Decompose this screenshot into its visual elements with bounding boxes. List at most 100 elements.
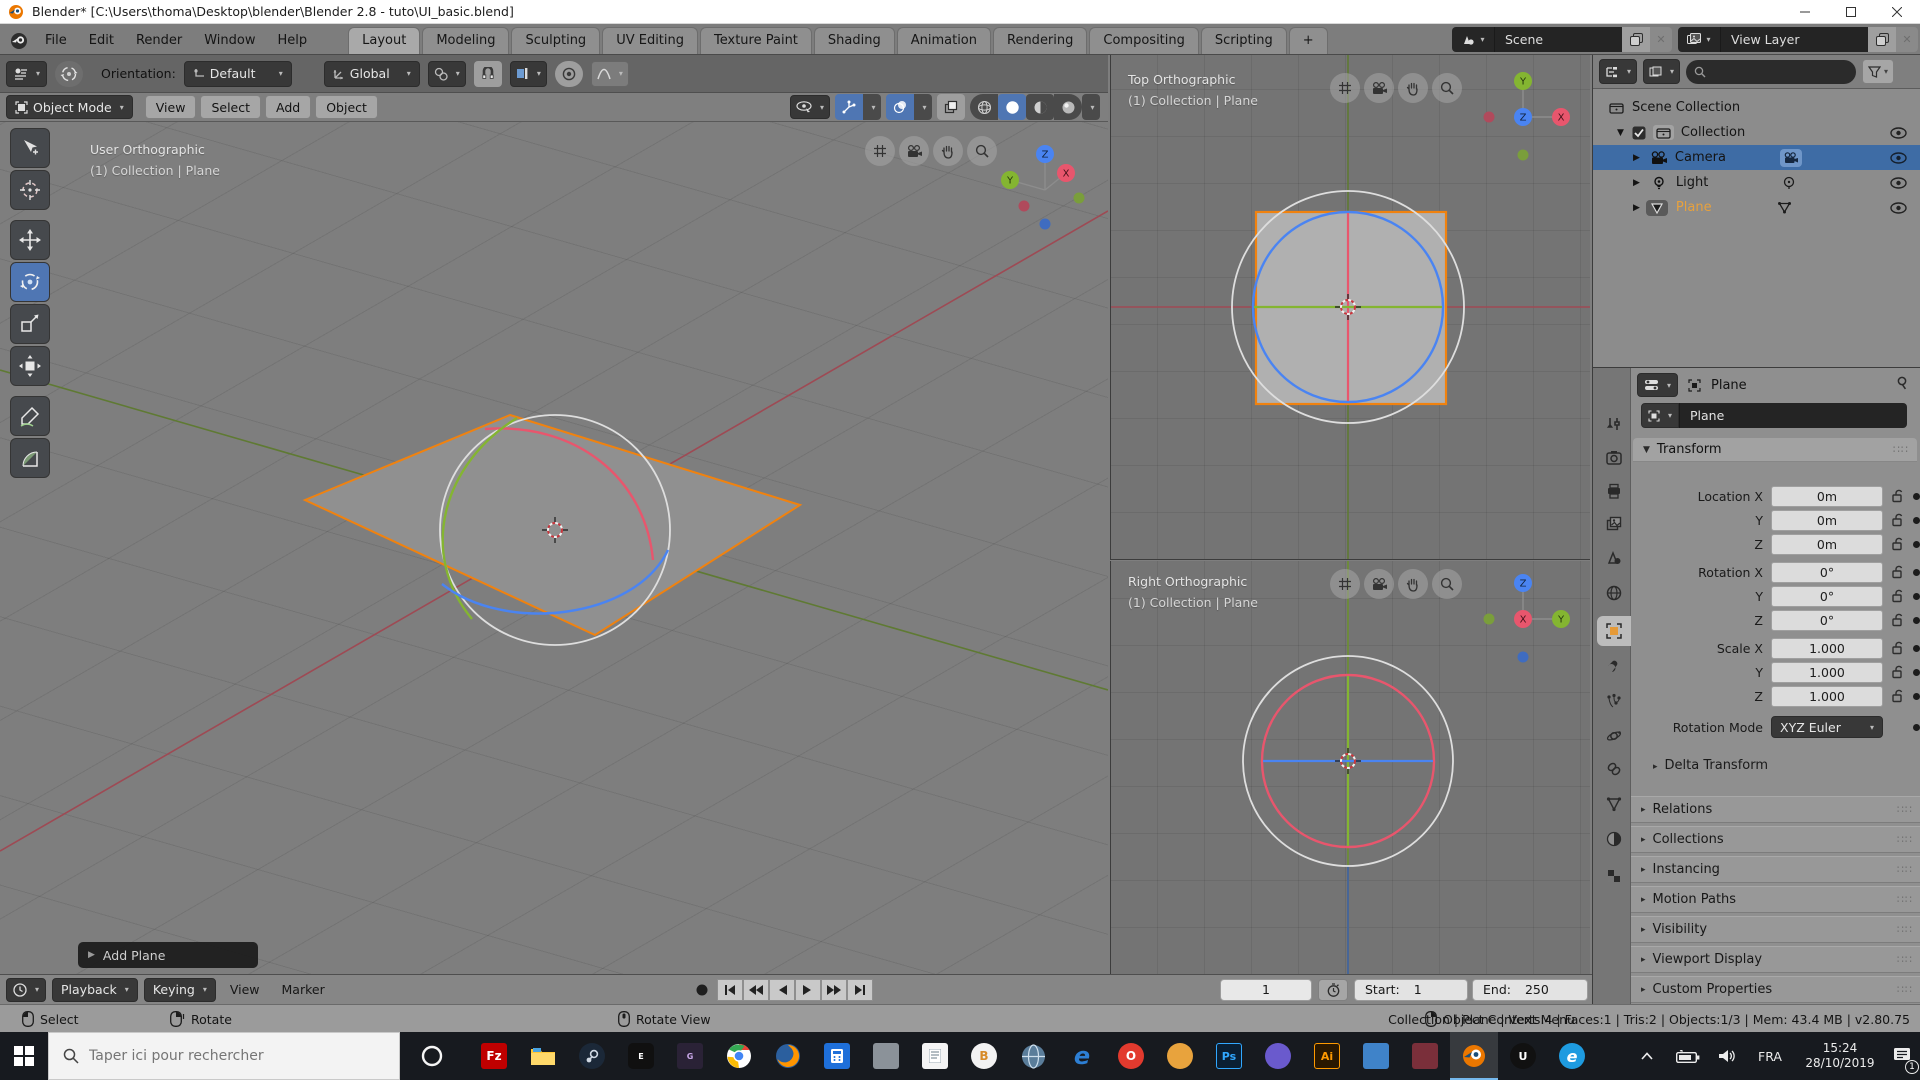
- value-field[interactable]: 1.000: [1771, 686, 1883, 707]
- outliner-search-input[interactable]: [1686, 60, 1856, 84]
- display-mode-button[interactable]: ▾: [1643, 59, 1680, 84]
- tab-texture-paint[interactable]: Texture Paint: [700, 27, 812, 54]
- scene-name-field[interactable]: Scene: [1494, 27, 1622, 52]
- panel-drag-handle[interactable]: ∷∷: [1897, 803, 1913, 816]
- tool-scale[interactable]: [10, 304, 50, 344]
- delta-transform-panel[interactable]: ▸Delta Transform: [1653, 758, 1768, 773]
- play-reverse-button[interactable]: [769, 979, 795, 1001]
- taskbar-app-edge[interactable]: e: [1058, 1032, 1106, 1080]
- grid-toggle-icon[interactable]: [1330, 569, 1360, 599]
- menu-edit[interactable]: Edit: [78, 27, 125, 54]
- overlays-toggle[interactable]: [886, 94, 914, 120]
- view-menu[interactable]: View: [222, 982, 268, 997]
- axis-z-neg-ball[interactable]: [1040, 219, 1051, 230]
- close-button[interactable]: [1874, 0, 1920, 24]
- animate-dot[interactable]: [1913, 569, 1920, 576]
- pin-icon[interactable]: [1895, 376, 1909, 391]
- animate-dot[interactable]: [1913, 541, 1920, 548]
- lock-icon[interactable]: [1891, 613, 1904, 627]
- shading-wireframe-button[interactable]: [970, 94, 998, 120]
- menu-view[interactable]: View: [145, 95, 197, 119]
- expand-icon[interactable]: ▼: [1617, 128, 1624, 138]
- lock-icon[interactable]: [1891, 589, 1904, 603]
- value-field[interactable]: 1.000: [1771, 662, 1883, 683]
- tab-texture[interactable]: [1597, 861, 1631, 891]
- value-field[interactable]: 0m: [1771, 486, 1883, 507]
- operator-panel-add-plane[interactable]: ▶ Add Plane: [78, 942, 258, 968]
- filter-button[interactable]: ▾: [1862, 59, 1894, 84]
- light-data-icon[interactable]: [1778, 174, 1800, 192]
- frame-end-field[interactable]: End:250: [1472, 979, 1588, 1001]
- taskbar-app-calculator[interactable]: [813, 1032, 861, 1080]
- panel-motion-paths[interactable]: ▸Motion Paths∷∷: [1631, 886, 1920, 913]
- panel-drag-handle[interactable]: ∷∷: [1897, 983, 1913, 996]
- zoom-icon[interactable]: [1432, 569, 1462, 599]
- taskbar-app-grey[interactable]: [862, 1032, 910, 1080]
- animate-dot[interactable]: [1913, 493, 1920, 500]
- snap-magnet-icon[interactable]: [474, 61, 502, 87]
- taskbar-app-amber[interactable]: [1156, 1032, 1204, 1080]
- xray-toggle[interactable]: [937, 94, 965, 120]
- clock[interactable]: 15:24 28/10/2019: [1794, 1032, 1886, 1080]
- playback-menu[interactable]: Playback▾: [52, 978, 138, 1002]
- mesh-data-icon[interactable]: [1774, 199, 1796, 217]
- view-layer-browse-button[interactable]: ▾: [1678, 27, 1720, 52]
- transform-panel-header[interactable]: ▼Transform ∷∷: [1633, 438, 1917, 462]
- expand-icon[interactable]: ▶: [1633, 178, 1640, 188]
- volume-icon[interactable]: [1710, 1032, 1746, 1080]
- taskbar-app-photoshop[interactable]: Ps: [1205, 1032, 1253, 1080]
- tab-constraints[interactable]: [1597, 754, 1631, 784]
- shading-dropdown[interactable]: ▾: [1082, 94, 1100, 120]
- tab-physics[interactable]: [1597, 721, 1631, 751]
- snap-settings-dropdown[interactable]: ▾: [510, 61, 547, 87]
- collection-checkbox[interactable]: [1632, 126, 1646, 140]
- use-preview-range-button[interactable]: [1318, 979, 1348, 1001]
- panel-drag-handle[interactable]: ∷∷: [1897, 833, 1913, 846]
- grid-toggle-icon[interactable]: [1330, 73, 1360, 103]
- mode-dropdown[interactable]: Object Mode▾: [6, 95, 133, 119]
- language-indicator[interactable]: FRA: [1748, 1032, 1792, 1080]
- tab-compositing[interactable]: Compositing: [1089, 27, 1199, 54]
- taskbar-app-epic-games[interactable]: E: [617, 1032, 665, 1080]
- cortana-button[interactable]: [408, 1032, 456, 1080]
- zoom-icon[interactable]: [967, 136, 997, 166]
- panel-drag-handle[interactable]: ∷∷: [1897, 923, 1913, 936]
- taskbar-app-firefox[interactable]: [764, 1032, 812, 1080]
- taskbar-app-blender[interactable]: [1450, 1032, 1498, 1080]
- shading-solid-button[interactable]: [998, 94, 1026, 120]
- animate-dot[interactable]: [1913, 693, 1920, 700]
- animate-dot[interactable]: [1913, 724, 1920, 731]
- taskbar-app-globe[interactable]: [1009, 1032, 1057, 1080]
- tool-move[interactable]: [10, 220, 50, 260]
- camera-data-icon[interactable]: [1780, 149, 1802, 167]
- jump-to-end-button[interactable]: [847, 979, 873, 1001]
- maximize-button[interactable]: [1828, 0, 1874, 24]
- new-workspace-button[interactable]: +: [1289, 27, 1328, 54]
- taskbar-app-purple[interactable]: [1254, 1032, 1302, 1080]
- tab-uv-editing[interactable]: UV Editing: [602, 27, 698, 54]
- value-field[interactable]: 0°: [1771, 586, 1883, 607]
- menu-file[interactable]: File: [34, 27, 78, 54]
- tool-rotate[interactable]: [10, 262, 50, 302]
- minimize-button[interactable]: [1782, 0, 1828, 24]
- tool-select-box[interactable]: [10, 128, 50, 168]
- gizmos-dropdown[interactable]: ▾: [863, 94, 881, 120]
- visibility-dropdown[interactable]: ▾: [790, 95, 830, 119]
- tab-tool[interactable]: [1597, 409, 1631, 439]
- taskbar-app-circle-b[interactable]: B: [960, 1032, 1008, 1080]
- tab-world[interactable]: [1597, 578, 1631, 608]
- lock-icon[interactable]: [1891, 489, 1904, 503]
- tab-object[interactable]: [1597, 616, 1631, 646]
- marker-menu[interactable]: Marker: [274, 982, 333, 997]
- panel-collections[interactable]: ▸Collections∷∷: [1631, 826, 1920, 853]
- axis-z-neg-ball[interactable]: [1518, 652, 1529, 663]
- lock-icon[interactable]: [1891, 665, 1904, 679]
- outliner-row-plane[interactable]: ▶ Plane: [1593, 195, 1920, 220]
- menu-object[interactable]: Object: [315, 95, 378, 119]
- camera-view-icon[interactable]: [1364, 73, 1394, 103]
- tab-rendering[interactable]: Rendering: [993, 27, 1087, 54]
- taskbar-app-steam[interactable]: [568, 1032, 616, 1080]
- panel-visibility[interactable]: ▸Visibility∷∷: [1631, 916, 1920, 943]
- taskbar-app-lightblue[interactable]: [1352, 1032, 1400, 1080]
- menu-render[interactable]: Render: [125, 27, 193, 54]
